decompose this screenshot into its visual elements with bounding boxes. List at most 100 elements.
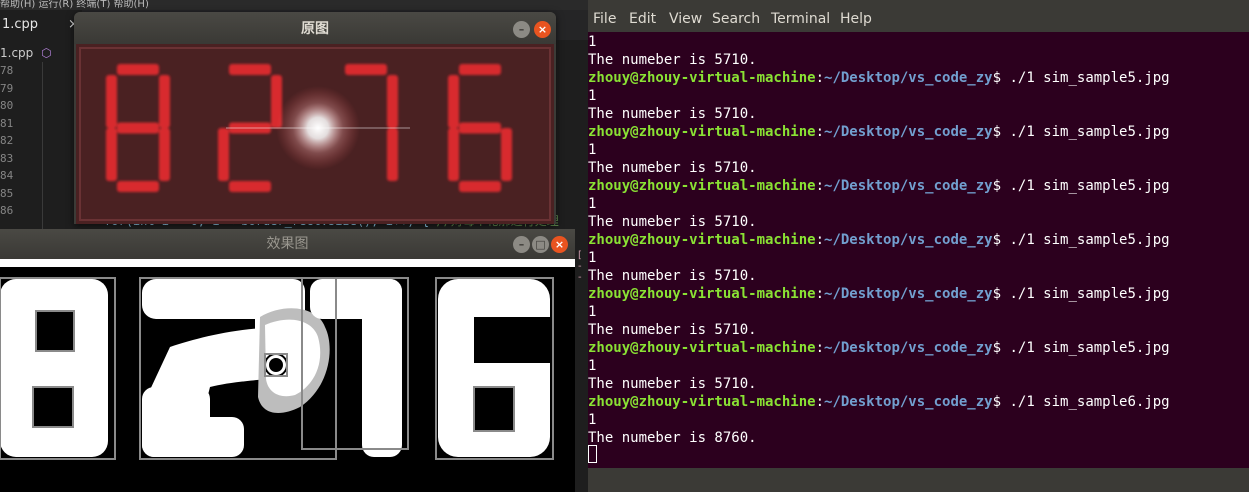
- output-line: 1: [588, 142, 597, 158]
- terminal-window: File Edit View Search Terminal Help 1 The nume…: [588, 0, 1249, 492]
- command-text: ./1 sim_sample5.jpg: [1001, 178, 1170, 194]
- prompt-user: zhouy@zhouy-virtual-machine: [588, 178, 816, 194]
- command-text: ./1 sim_sample6.jpg: [1001, 394, 1170, 410]
- digit-segment: [218, 128, 229, 181]
- image-top-edge: [0, 259, 575, 267]
- command-text: ./1 sim_sample5.jpg: [1001, 232, 1170, 248]
- menu-file[interactable]: File: [593, 0, 616, 32]
- prompt-line: zhouy@zhouy-virtual-machine:~/Desktop/vs…: [588, 393, 1170, 411]
- digit-segment: [448, 128, 459, 181]
- menu-help[interactable]: Help: [840, 0, 872, 32]
- digit-segment: [117, 122, 159, 134]
- line-number: 82: [0, 134, 14, 147]
- result-image-window: 效果图 – □ ×: [0, 229, 575, 492]
- output-line: The numeber is 5710.: [588, 376, 757, 392]
- terminal-menu-bar: File Edit View Search Terminal Help: [588, 0, 1249, 32]
- breadcrumb-file[interactable]: 1.cpp: [0, 46, 33, 60]
- output-line: 1: [588, 304, 597, 320]
- line-number: 80: [0, 99, 14, 112]
- window-title[interactable]: 原图: [74, 12, 556, 44]
- prompt-separator: :: [815, 286, 825, 302]
- prompt-user: zhouy@zhouy-virtual-machine: [588, 124, 816, 140]
- menu-edit[interactable]: Edit: [629, 0, 656, 32]
- prompt-line: zhouy@zhouy-virtual-machine:~/Desktop/vs…: [588, 339, 1170, 357]
- minimize-button[interactable]: –: [513, 236, 530, 253]
- line-number: 79: [0, 81, 14, 95]
- glare-blob: [258, 308, 330, 413]
- prompt-path: ~/Desktop/vs_code_zy: [824, 178, 993, 194]
- output-line: The numeber is 5710.: [588, 106, 757, 122]
- prompt-separator: :: [815, 394, 825, 410]
- prompt-separator: :: [815, 178, 825, 194]
- indent-guide: [42, 62, 43, 232]
- prompt-separator: :: [815, 124, 825, 140]
- output-line: The numeber is 5710.: [588, 52, 757, 68]
- terminal-cursor: [588, 445, 597, 463]
- prompt-symbol: $: [992, 394, 1002, 410]
- prompt-user: zhouy@zhouy-virtual-machine: [588, 232, 816, 248]
- window-title[interactable]: 效果图: [0, 229, 575, 259]
- digit-segment: [117, 181, 159, 192]
- prompt-path: ~/Desktop/vs_code_zy: [824, 232, 993, 248]
- prompt-line: zhouy@zhouy-virtual-machine:~/Desktop/vs…: [588, 177, 1170, 195]
- tab-1-cpp[interactable]: 1.cpp ×: [0, 10, 82, 40]
- output-line: 1: [588, 412, 597, 428]
- digit-segment: [448, 75, 459, 128]
- command-text: ./1 sim_sample5.jpg: [1001, 340, 1170, 356]
- output-line: The numeber is 8760.: [588, 430, 757, 446]
- line-number: 78: [0, 64, 14, 77]
- output-line: The numeber is 5710.: [588, 160, 757, 176]
- prompt-line: zhouy@zhouy-virtual-machine:~/Desktop/vs…: [588, 285, 1170, 303]
- menu-search[interactable]: Search: [712, 0, 760, 32]
- prompt-line: zhouy@zhouy-virtual-machine:~/Desktop/vs…: [588, 69, 1170, 87]
- binary-result-image: [0, 259, 575, 492]
- prompt-symbol: $: [992, 178, 1002, 194]
- original-image-window: 原图 – ×: [74, 12, 556, 224]
- output-line: 1: [588, 196, 597, 212]
- editor-side-marks: [- -: [578, 250, 588, 330]
- output-line: 1: [588, 358, 597, 374]
- prompt-user: zhouy@zhouy-virtual-machine: [588, 394, 816, 410]
- terminal-output[interactable]: 1 The numeber is 5710. zhouy@zhouy-virtual…: [588, 32, 1249, 464]
- output-line: 1: [588, 88, 597, 104]
- maximize-button[interactable]: □: [532, 236, 549, 253]
- side-mark: -: [578, 272, 582, 283]
- digit-segment: [106, 128, 117, 181]
- output-line: The numeber is 5710.: [588, 268, 757, 284]
- close-button[interactable]: ×: [534, 21, 551, 38]
- prompt-user: zhouy@zhouy-virtual-machine: [588, 70, 816, 86]
- seven-segment-display: [76, 44, 554, 224]
- digit-segment: [345, 64, 387, 75]
- prompt-symbol: $: [992, 124, 1002, 140]
- menu-terminal[interactable]: Terminal: [771, 0, 830, 32]
- breadcrumb: 1.cpp ⬡: [0, 42, 52, 64]
- prompt-separator: :: [815, 340, 825, 356]
- side-mark: [: [578, 250, 582, 261]
- command-text: ./1 sim_sample5.jpg: [1001, 286, 1170, 302]
- editor-menu-strip: 帮助(H) 运行(R) 终端(T) 帮助(H): [0, 0, 588, 10]
- prompt-symbol: $: [992, 70, 1002, 86]
- output-line: 1: [588, 250, 597, 266]
- close-button[interactable]: ×: [551, 236, 568, 253]
- binary-digits: [0, 277, 554, 460]
- menu-view[interactable]: View: [669, 0, 702, 32]
- output-line: 1: [588, 34, 597, 50]
- line-number: 85: [0, 186, 14, 200]
- output-line: The numeber is 5710.: [588, 322, 757, 338]
- digit-segment: [459, 64, 501, 75]
- prompt-path: ~/Desktop/vs_code_zy: [824, 340, 993, 356]
- prompt-path: ~/Desktop/vs_code_zy: [824, 70, 993, 86]
- terminal-bottom-bar: [588, 468, 1249, 492]
- digit-segment: [106, 75, 117, 128]
- digit-segment: [387, 128, 398, 181]
- minimize-button[interactable]: –: [513, 21, 530, 38]
- prompt-symbol: $: [992, 340, 1002, 356]
- prompt-line: zhouy@zhouy-virtual-machine:~/Desktop/vs…: [588, 123, 1170, 141]
- line-number: 84: [0, 169, 14, 182]
- prompt-separator: :: [815, 70, 825, 86]
- command-text: ./1 sim_sample5.jpg: [1001, 124, 1170, 140]
- tab-label: 1.cpp: [2, 17, 39, 32]
- binary-digit-8: [0, 279, 108, 457]
- command-text: ./1 sim_sample5.jpg: [1001, 70, 1170, 86]
- symbol-icon[interactable]: ⬡: [41, 46, 51, 60]
